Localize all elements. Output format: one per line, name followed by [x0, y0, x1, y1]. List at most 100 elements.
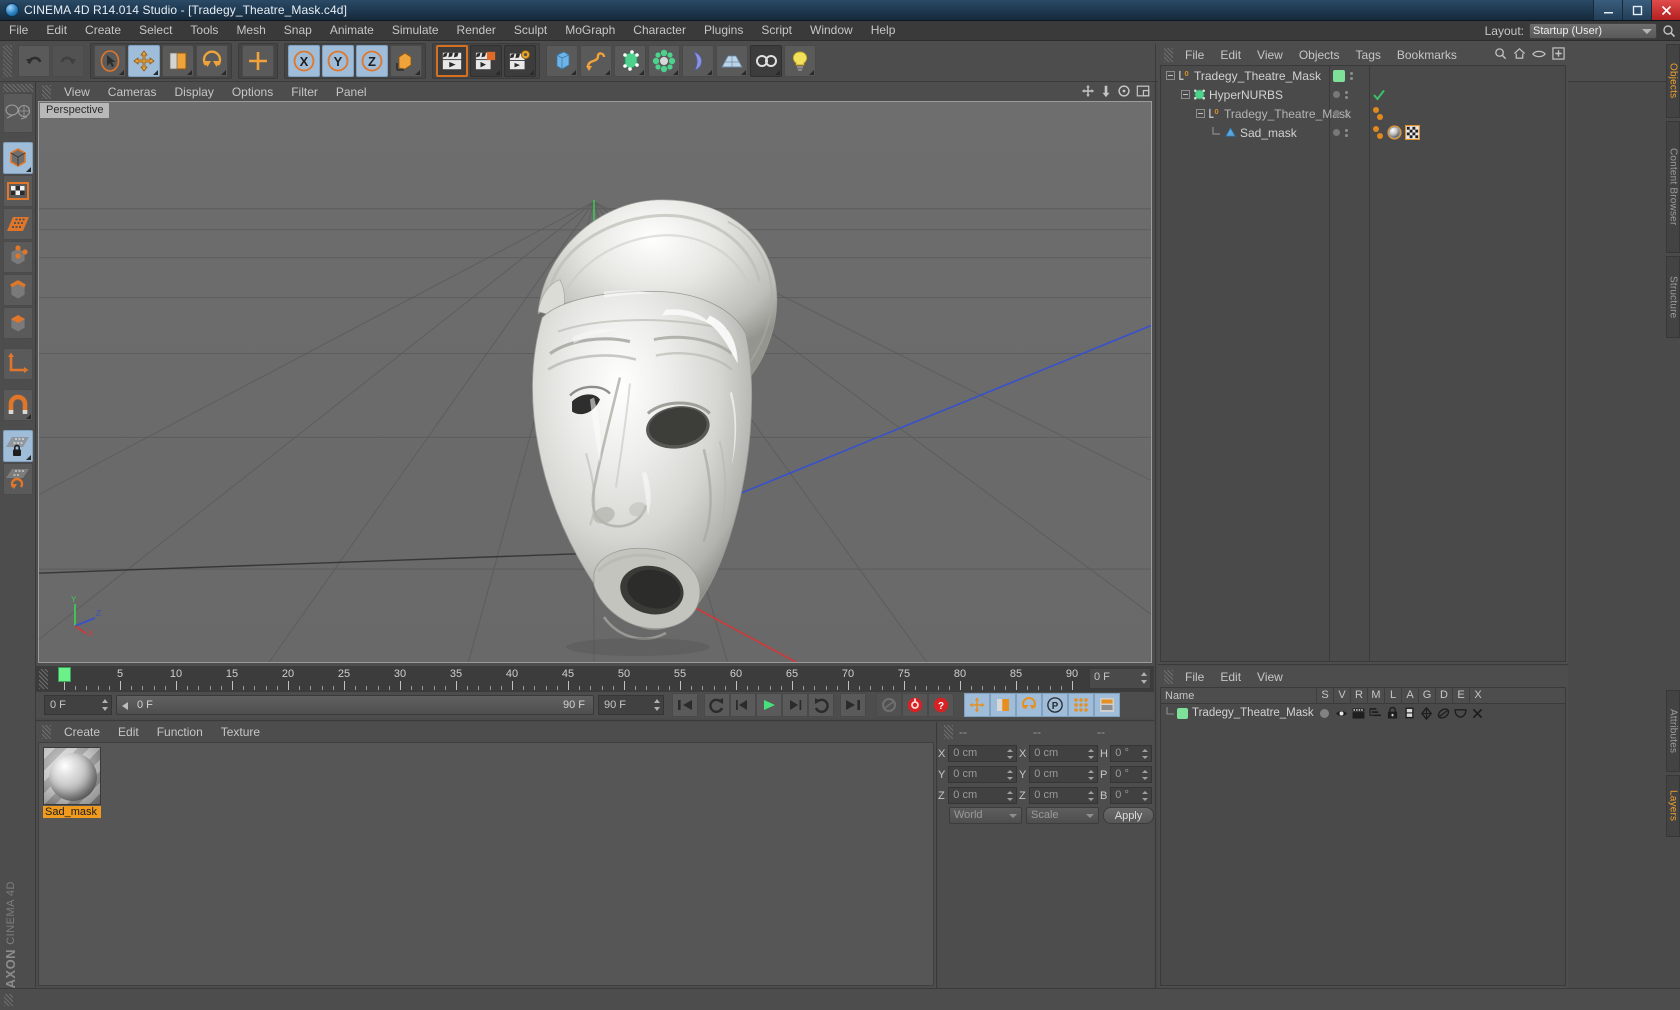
object-tag-dots[interactable] [1373, 107, 1383, 120]
tool-expand-corner[interactable] [187, 70, 192, 75]
render-region-button[interactable] [470, 45, 502, 77]
timeline-playhead[interactable] [58, 667, 71, 682]
panel-divider-coordinates[interactable] [936, 722, 937, 988]
toolbar-grip[interactable] [3, 45, 12, 77]
layer-cell-deformer[interactable] [1435, 707, 1452, 720]
material-name-label[interactable]: Sad_mask [43, 806, 101, 818]
material-menu-edit[interactable]: Edit [109, 725, 148, 739]
layer-col-e[interactable]: E [1452, 687, 1469, 704]
play-button[interactable] [756, 693, 782, 717]
layer-menu-file[interactable]: File [1177, 670, 1212, 684]
y-axis-lock[interactable]: Y [322, 45, 354, 77]
tool-expand-corner[interactable] [415, 70, 420, 75]
object-eye-icon[interactable] [1532, 49, 1546, 59]
add-deformer-button[interactable] [682, 45, 714, 77]
object-name-label[interactable]: Tradegy_Theatre_Mask [1194, 69, 1321, 83]
viewport-scale-icon[interactable] [1100, 84, 1112, 98]
rotation-h-field[interactable]: 0 ° [1110, 745, 1152, 762]
deformer-icon[interactable] [1437, 707, 1450, 720]
object-column-divider-2[interactable] [1369, 66, 1370, 661]
tag-dot-icon[interactable] [1377, 114, 1383, 120]
size-z-spinner[interactable] [1088, 791, 1095, 801]
menu-file[interactable]: File [0, 21, 37, 41]
object-visible-square[interactable] [1333, 69, 1345, 82]
tool-expand-corner[interactable] [153, 70, 158, 75]
loop-forward-button[interactable] [808, 693, 834, 717]
position-y-field[interactable]: 0 cm [948, 766, 1018, 783]
material-manager-body[interactable]: Sad_mask [38, 742, 934, 986]
render-view-button[interactable] [436, 45, 468, 77]
animation-icon[interactable] [1405, 707, 1414, 719]
tool-expand-corner[interactable] [741, 70, 746, 75]
x-axis-lock[interactable]: X [288, 45, 320, 77]
preview-end-field[interactable]: 90 F [598, 695, 664, 715]
model-mode-button[interactable] [3, 142, 33, 174]
tool-expand-corner[interactable] [495, 70, 500, 75]
perspective-viewport[interactable]: Perspective Y Z X [38, 101, 1152, 663]
tab-structure[interactable]: Structure [1666, 256, 1680, 338]
tool-expand-corner[interactable] [26, 414, 31, 419]
go-to-start-button[interactable] [672, 693, 698, 717]
material-manager-grip[interactable] [42, 725, 51, 739]
size-y-spinner[interactable] [1088, 770, 1095, 780]
coordinate-system-dropdown[interactable]: World [949, 807, 1022, 824]
panel-divider-vertical[interactable] [1155, 44, 1156, 988]
object-dots-icon[interactable] [1350, 71, 1353, 80]
record-rotation-button[interactable] [1016, 693, 1042, 717]
render-settings-button[interactable] [504, 45, 536, 77]
size-z-field[interactable]: 0 cm [1029, 787, 1099, 804]
menu-create[interactable]: Create [76, 21, 130, 41]
step-forward-button[interactable] [782, 693, 808, 717]
record-position-button[interactable] [964, 693, 990, 717]
snap-magnet-button[interactable] [3, 389, 33, 421]
layer-cell-visible[interactable] [1333, 709, 1350, 718]
expand-collapse-icon[interactable] [1196, 109, 1205, 118]
menu-animate[interactable]: Animate [321, 21, 383, 41]
view-sphere-button[interactable] [3, 93, 33, 133]
add-light-button[interactable] [784, 45, 816, 77]
object-visibility-dots[interactable] [1333, 128, 1348, 137]
tool-expand-corner[interactable] [221, 70, 226, 75]
live-selection-tool[interactable] [94, 45, 126, 77]
menu-select[interactable]: Select [130, 21, 181, 41]
object-menu-objects[interactable]: Objects [1291, 48, 1348, 62]
tag-dot-icon[interactable] [1373, 126, 1379, 132]
layer-col-a[interactable]: A [1401, 687, 1418, 704]
tab-layers[interactable]: Layers [1666, 775, 1680, 837]
object-visibility-dots[interactable] [1333, 69, 1353, 82]
rotation-b-field[interactable]: 0 ° [1110, 787, 1152, 804]
object-tag-dots[interactable] [1373, 126, 1383, 139]
rotation-b-spinner[interactable] [1142, 791, 1148, 801]
render-icon[interactable] [1352, 707, 1365, 719]
layer-col-v[interactable]: V [1333, 687, 1350, 704]
polygon-mode-button[interactable] [3, 208, 33, 240]
step-back-button[interactable] [730, 693, 756, 717]
record-button[interactable] [902, 693, 928, 717]
material-item[interactable]: Sad_mask [43, 747, 101, 818]
viewport-menu-panel[interactable]: Panel [327, 85, 376, 99]
axis-modify-button[interactable] [3, 348, 33, 380]
layer-cell-animation[interactable] [1401, 707, 1418, 719]
object-dots-icon[interactable] [1345, 109, 1348, 118]
redo-button[interactable] [52, 45, 84, 77]
expression-icon[interactable] [1454, 708, 1467, 718]
object-enabled-check-icon[interactable] [1373, 89, 1385, 101]
panel-divider-horizontal-bottom[interactable] [36, 720, 1154, 721]
timeline-frame-spinner[interactable] [1140, 672, 1147, 684]
texture-mode-button[interactable] [3, 175, 33, 207]
menu-help[interactable]: Help [862, 21, 905, 41]
autokey-button[interactable]: ? [928, 693, 954, 717]
object-dots-icon[interactable] [1345, 128, 1348, 137]
point-mode-button[interactable] [3, 241, 33, 273]
layout-dropdown[interactable]: Startup (User) [1529, 23, 1657, 39]
add-camera-button[interactable] [750, 45, 782, 77]
eye-icon[interactable] [1335, 709, 1348, 718]
object-search-icon[interactable] [1494, 47, 1507, 60]
object-row[interactable]: Sad_mask [1161, 123, 1565, 142]
layer-name-label[interactable]: Tradegy_Theatre_Mask [1192, 707, 1314, 719]
record-parameter-button[interactable]: P [1042, 693, 1068, 717]
world-object-axis-button[interactable] [242, 45, 274, 77]
tool-expand-corner[interactable] [673, 70, 678, 75]
face-mode-button[interactable] [3, 307, 33, 339]
viewport-menu-filter[interactable]: Filter [282, 85, 327, 99]
